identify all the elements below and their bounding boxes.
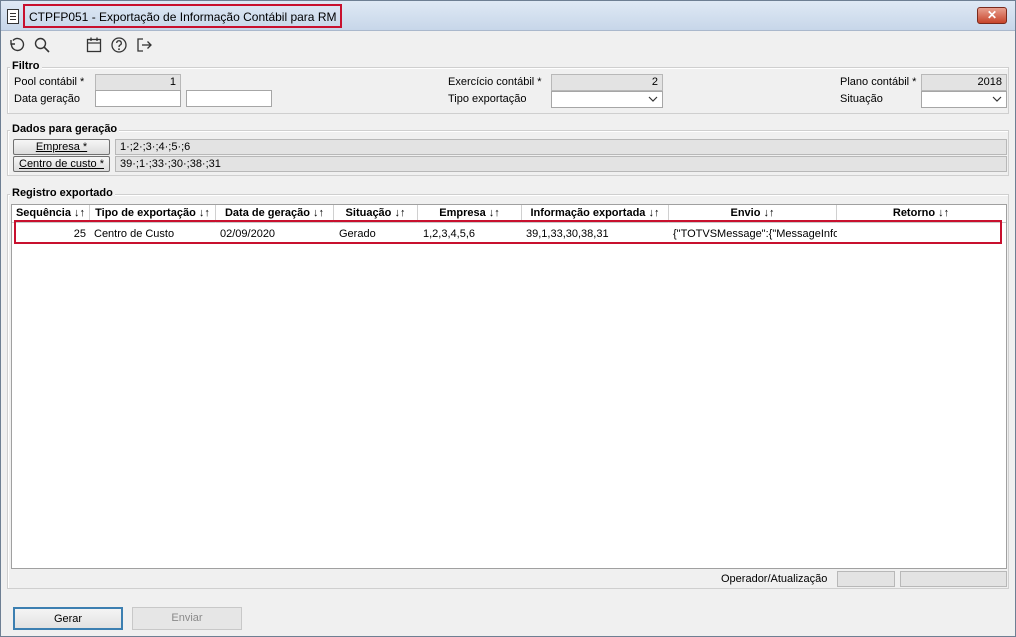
dados-title: Dados para geração <box>10 123 120 135</box>
exercicio-field[interactable]: 2 <box>551 74 663 91</box>
column-header-retorno[interactable]: Retorno ↓↑ <box>837 205 1005 223</box>
gerar-button[interactable]: Gerar <box>13 607 123 630</box>
chevron-down-icon <box>648 96 658 102</box>
search-icon[interactable] <box>31 34 53 56</box>
column-header-info[interactable]: Informação exportada ↓↑ <box>522 205 669 223</box>
plano-field[interactable]: 2018 <box>921 74 1007 91</box>
centro-custo-button-label: Centro de custo * <box>19 158 104 170</box>
situacao-label: Situação <box>840 93 883 105</box>
pool-label: Pool contábil * <box>14 76 85 88</box>
centro-custo-button[interactable]: Centro de custo * <box>13 156 110 172</box>
cell-empresa: 1,2,3,4,5,6 <box>423 228 475 240</box>
exit-icon[interactable] <box>133 34 155 56</box>
column-header-envio[interactable]: Envio ↓↑ <box>669 205 837 223</box>
centro-custo-list-field[interactable]: 39·;1·;33·;30·;38·;31 <box>115 156 1007 172</box>
cell-info: 39,1,33,30,38,31 <box>526 228 609 240</box>
registro-title: Registro exportado <box>10 187 115 199</box>
cell-envio: {"TOTVSMessage":{"MessageInfo <box>673 228 837 240</box>
column-header-tipo[interactable]: Tipo de exportação ↓↑ <box>90 205 216 223</box>
tipo-exportacao-select[interactable] <box>551 91 663 108</box>
cell-data: 02/09/2020 <box>220 228 276 240</box>
undo-icon[interactable] <box>5 34 27 56</box>
data-geracao-label: Data geração <box>14 93 81 105</box>
plano-label: Plano contábil * <box>840 76 917 88</box>
empresa-button[interactable]: Empresa * <box>13 139 110 155</box>
exercicio-label: Exercício contábil * <box>448 76 542 88</box>
cell-retorno <box>841 225 1001 244</box>
operador-label: Operador/Atualização <box>721 573 828 585</box>
cell-situacao: Gerado <box>339 228 376 240</box>
cell-tipo: Centro de Custo <box>94 228 175 240</box>
chevron-down-icon <box>992 96 1002 102</box>
filtro-title: Filtro <box>10 60 42 72</box>
cell-sequencia: 25 <box>73 228 86 240</box>
enviar-button[interactable]: Enviar <box>132 607 242 630</box>
title-bar: CTPFP051 - Exportação de Informação Cont… <box>1 1 1015 31</box>
tipo-exportacao-label: Tipo exportação <box>448 93 527 105</box>
close-button[interactable]: ✕ <box>977 7 1007 24</box>
column-header-sequencia[interactable]: Sequência ↓↑ <box>12 205 90 223</box>
data-geracao-to-field[interactable] <box>186 90 272 107</box>
column-header-empresa[interactable]: Empresa ↓↑ <box>418 205 522 223</box>
calendar-icon[interactable] <box>83 34 105 56</box>
registro-table[interactable]: Sequência ↓↑ Tipo de exportação ↓↑ Data … <box>11 204 1007 569</box>
main-window: CTPFP051 - Exportação de Informação Cont… <box>0 0 1016 637</box>
empresa-button-label: Empresa * <box>35 141 88 153</box>
table-row[interactable]: 25 Centro de Custo 02/09/2020 Gerado 1,2… <box>12 225 1006 244</box>
data-geracao-from-field[interactable] <box>95 90 181 107</box>
atualizacao-field <box>900 571 1007 587</box>
situacao-select[interactable] <box>921 91 1007 108</box>
operador-field <box>837 571 895 587</box>
column-header-data[interactable]: Data de geração ↓↑ <box>216 205 334 223</box>
document-icon <box>7 9 19 24</box>
column-header-situacao[interactable]: Situação ↓↑ <box>334 205 418 223</box>
pool-field[interactable]: 1 <box>95 74 181 91</box>
table-header: Sequência ↓↑ Tipo de exportação ↓↑ Data … <box>12 205 1006 223</box>
empresa-list-field[interactable]: 1·;2·;3·;4·;5·;6 <box>115 139 1007 155</box>
help-icon[interactable] <box>108 34 130 56</box>
window-title: CTPFP051 - Exportação de Informação Cont… <box>23 4 343 28</box>
